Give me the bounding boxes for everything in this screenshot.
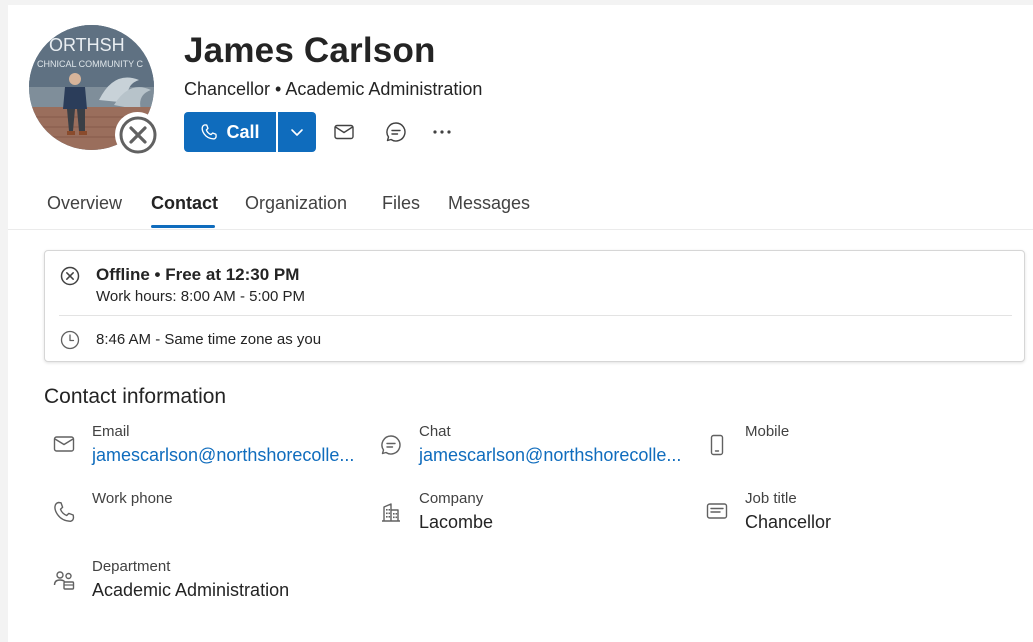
tab-overview[interactable]: Overview	[47, 193, 122, 214]
chat-link[interactable]: jamescarlson@northshorecolle...	[419, 445, 681, 466]
department-icon	[53, 571, 75, 590]
id-card-icon	[706, 503, 728, 519]
mobile-icon	[710, 434, 724, 456]
chat-icon	[381, 435, 401, 455]
call-button[interactable]: Call	[184, 112, 276, 152]
call-label: Call	[226, 121, 260, 142]
email-label: Email	[92, 423, 130, 440]
mobile-label: Mobile	[745, 423, 790, 440]
work-phone-label: Work phone	[92, 490, 173, 507]
building-icon	[382, 503, 400, 522]
company-value: Lacombe	[419, 512, 494, 532]
job-title-label: Job title	[745, 490, 797, 507]
availability-status: Offline • Free at 12:30 PM	[96, 265, 300, 284]
email-link[interactable]: jamescarlson@northshorecolle...	[92, 445, 354, 466]
profile-subtitle: Chancellor • Academic Administration	[184, 79, 483, 99]
job-title-value: Chancellor	[745, 512, 832, 532]
offline-icon	[119, 116, 156, 153]
presence-badge	[115, 112, 160, 157]
department-value: Academic Administration	[92, 580, 290, 600]
company-label: Company	[419, 490, 484, 507]
email-button[interactable]	[330, 118, 358, 146]
divider	[59, 315, 1012, 316]
availability-card: Offline • Free at 12:30 PM Work hours: 8…	[44, 250, 1025, 362]
tab-bar: Overview Contact Organization Files Mess…	[8, 185, 1033, 230]
mail-icon	[53, 436, 75, 452]
chat-icon	[386, 122, 406, 142]
tab-contact[interactable]: Contact	[151, 193, 218, 214]
work-hours: Work hours: 8:00 AM - 5:00 PM	[96, 288, 305, 305]
phone-icon	[54, 501, 75, 522]
chat-button[interactable]	[382, 118, 410, 146]
tab-organization[interactable]: Organization	[245, 193, 347, 214]
chevron-down-icon	[291, 129, 303, 136]
chat-label: Chat	[419, 423, 451, 440]
phone-icon	[202, 124, 218, 140]
contact-info-heading: Contact information	[44, 385, 227, 408]
tab-messages[interactable]: Messages	[448, 193, 530, 214]
svg-text:ORTHSH: ORTHSH	[49, 35, 125, 55]
more-options-button[interactable]	[428, 118, 456, 146]
more-icon	[433, 130, 451, 134]
svg-text:CHNICAL COMMUNITY C: CHNICAL COMMUNITY C	[37, 59, 144, 69]
profile-card: ORTHSH CHNICAL COMMUNITY C James Carlson…	[8, 5, 1033, 642]
call-options-button[interactable]	[278, 112, 316, 152]
active-tab-indicator	[151, 225, 215, 228]
tab-files[interactable]: Files	[382, 193, 420, 214]
mail-icon	[334, 124, 354, 140]
profile-name: James Carlson	[184, 31, 436, 70]
department-label: Department	[92, 558, 171, 575]
local-time: 8:46 AM - Same time zone as you	[96, 331, 322, 348]
offline-status-icon	[60, 266, 80, 286]
clock-icon	[60, 330, 80, 350]
